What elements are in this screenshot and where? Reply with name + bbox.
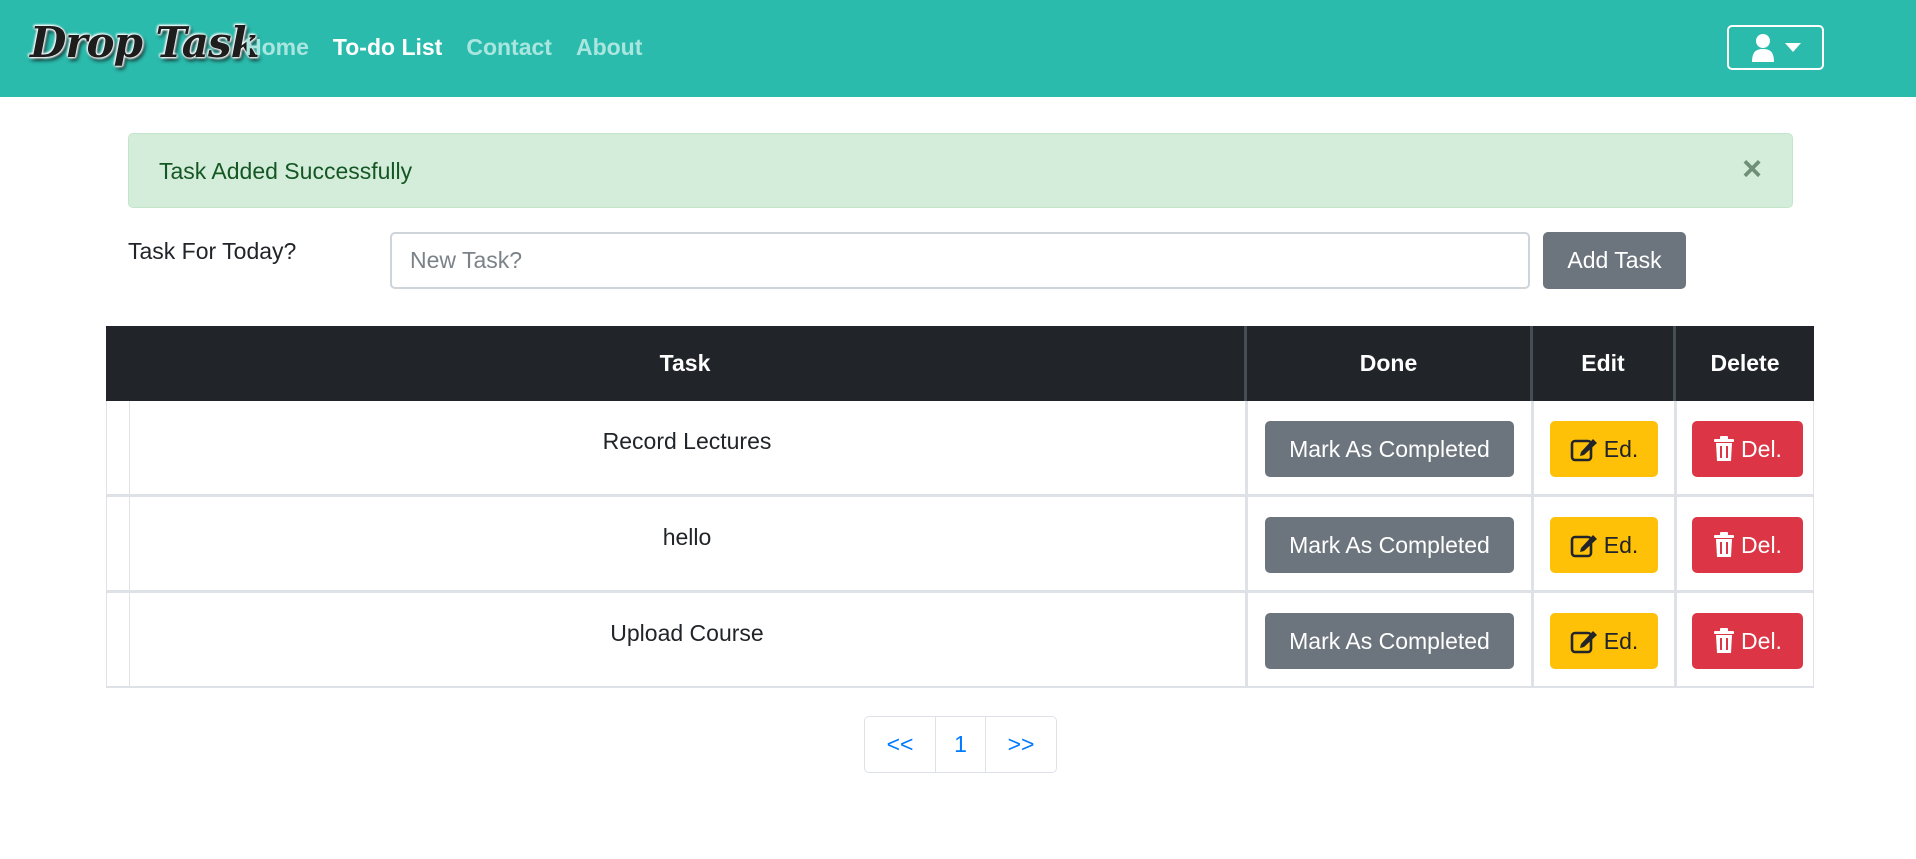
nav-link-todo-list[interactable]: To-do List [333, 34, 442, 61]
task-form-label: Task For Today? [128, 238, 297, 264]
alert-message: Task Added Successfully [159, 158, 413, 184]
edit-label: Ed. [1603, 627, 1639, 654]
nav-link-about[interactable]: About [576, 34, 642, 61]
task-name: hello [662, 524, 712, 550]
pagination: << 1 >> [864, 716, 1057, 773]
edit-label: Ed. [1603, 435, 1639, 462]
task-cell: Record Lectures [129, 401, 1243, 494]
user-menu-button[interactable] [1727, 25, 1824, 70]
delete-label: Del. [1741, 435, 1782, 462]
edit-icon [1570, 439, 1597, 462]
delete-label: Del. [1741, 627, 1782, 654]
delete-button[interactable]: Del. [1692, 517, 1803, 573]
table-row: Record Lectures Mark As Completed Ed. De… [106, 401, 1814, 497]
edit-icon [1570, 631, 1597, 654]
success-alert: Task Added Successfully × [128, 133, 1793, 208]
nav-link-home[interactable]: Home [245, 34, 309, 61]
nav-link-contact[interactable]: Contact [466, 34, 552, 61]
table-row: hello Mark As Completed Ed. Del. [106, 497, 1814, 593]
header-edit: Edit [1581, 350, 1625, 376]
task-cell: hello [129, 497, 1243, 590]
pagination-next[interactable]: >> [986, 717, 1056, 772]
trash-icon [1714, 436, 1735, 461]
mark-completed-button[interactable]: Mark As Completed [1265, 421, 1514, 477]
brand-logo[interactable]: Drop Task [30, 12, 260, 72]
caret-down-icon [1784, 43, 1801, 52]
edit-button[interactable]: Ed. [1550, 421, 1658, 477]
task-name: Upload Course [610, 620, 764, 646]
brand-text: Drop Task [30, 17, 260, 67]
header-task: Task [659, 350, 711, 376]
trash-icon [1714, 532, 1735, 557]
pagination-prev[interactable]: << [865, 717, 936, 772]
edit-button[interactable]: Ed. [1550, 517, 1658, 573]
trash-icon [1714, 628, 1735, 653]
new-task-input[interactable] [390, 232, 1530, 289]
edit-label: Ed. [1603, 531, 1639, 558]
user-icon [1751, 33, 1774, 62]
header-done: Done [1359, 350, 1418, 376]
delete-label: Del. [1741, 531, 1782, 558]
task-name: Record Lectures [602, 428, 772, 454]
table-header: Task Done Edit Delete [106, 326, 1814, 401]
edit-icon [1570, 535, 1597, 558]
add-task-button[interactable]: Add Task [1543, 232, 1686, 289]
navbar: Drop Task Home To-do List Contact About [0, 0, 1916, 97]
mark-completed-button[interactable]: Mark As Completed [1265, 613, 1514, 669]
delete-button[interactable]: Del. [1692, 613, 1803, 669]
delete-button[interactable]: Del. [1692, 421, 1803, 477]
header-delete: Delete [1710, 350, 1780, 376]
close-icon[interactable]: × [1742, 152, 1762, 186]
edit-button[interactable]: Ed. [1550, 613, 1658, 669]
nav-links: Home To-do List Contact About [245, 34, 666, 61]
table-row: Upload Course Mark As Completed Ed. Del. [106, 593, 1814, 688]
mark-completed-button[interactable]: Mark As Completed [1265, 517, 1514, 573]
task-cell: Upload Course [129, 593, 1243, 686]
pagination-page-1[interactable]: 1 [936, 717, 986, 772]
